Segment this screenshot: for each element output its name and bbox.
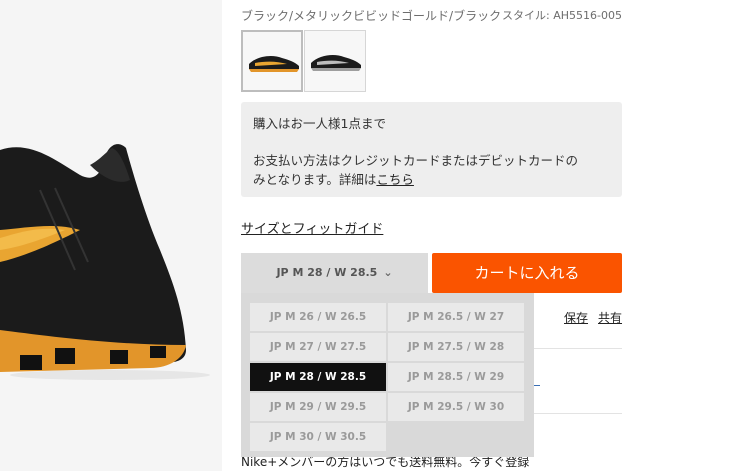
- size-select[interactable]: JP M 28 / W 28.5 ⌄: [241, 253, 428, 293]
- divider: [534, 413, 622, 414]
- color-name: ブラック/メタリックビビッドゴールド/ブラック: [241, 9, 502, 23]
- size-option[interactable]: JP M 27.5 / W 28: [388, 333, 524, 361]
- size-select-value: JP M 28 / W 28.5: [276, 266, 378, 279]
- divider: [534, 348, 622, 349]
- product-hero-image: [0, 0, 222, 471]
- notice-payment-text: お支払い方法はクレジットカードまたはデビットカードの: [253, 153, 579, 168]
- notice-details-link[interactable]: こちら: [376, 172, 414, 187]
- size-option[interactable]: JP M 29 / W 29.5: [250, 393, 386, 421]
- variant-info-row: ブラック/メタリックビビッドゴールド/ブラック スタイル: AH5516-005: [241, 7, 622, 25]
- notice-limit-text: 購入はお一人様1点まで: [253, 116, 386, 131]
- color-thumbnail-black-gold[interactable]: [241, 30, 303, 92]
- size-fit-guide-link[interactable]: サイズとフィットガイド: [241, 218, 383, 237]
- notice-details-text: みとなります。詳細は: [253, 172, 377, 187]
- size-option[interactable]: JP M 26.5 / W 27: [388, 303, 524, 331]
- size-option[interactable]: JP M 29.5 / W 30: [388, 393, 524, 421]
- partially-hidden-link[interactable]: [534, 372, 540, 386]
- shoe-thumbnail-icon: [311, 55, 361, 71]
- size-option-selected[interactable]: JP M 28 / W 28.5: [250, 363, 386, 391]
- size-option[interactable]: JP M 26 / W 26.5: [250, 303, 386, 331]
- shoe-thumbnail-icon: [249, 56, 299, 72]
- purchase-notice: 購入はお一人様1点まで お支払い方法はクレジットカードまたはデビットカードの み…: [241, 102, 622, 197]
- color-thumbnail-black-silver[interactable]: [304, 30, 366, 92]
- size-option[interactable]: JP M 28.5 / W 29: [388, 363, 524, 391]
- chevron-down-icon: ⌄: [383, 266, 393, 279]
- add-to-cart-button[interactable]: カートに入れる: [432, 253, 622, 293]
- share-link[interactable]: 共有: [598, 309, 622, 326]
- size-option[interactable]: JP M 27 / W 27.5: [250, 333, 386, 361]
- shoe-illustration: [0, 144, 210, 380]
- save-link[interactable]: 保存: [564, 309, 588, 326]
- size-option[interactable]: JP M 30 / W 30.5: [250, 423, 386, 451]
- style-code: スタイル: AH5516-005: [502, 9, 622, 22]
- size-dropdown: JP M 26 / W 26.5 JP M 26.5 / W 27 JP M 2…: [241, 293, 534, 457]
